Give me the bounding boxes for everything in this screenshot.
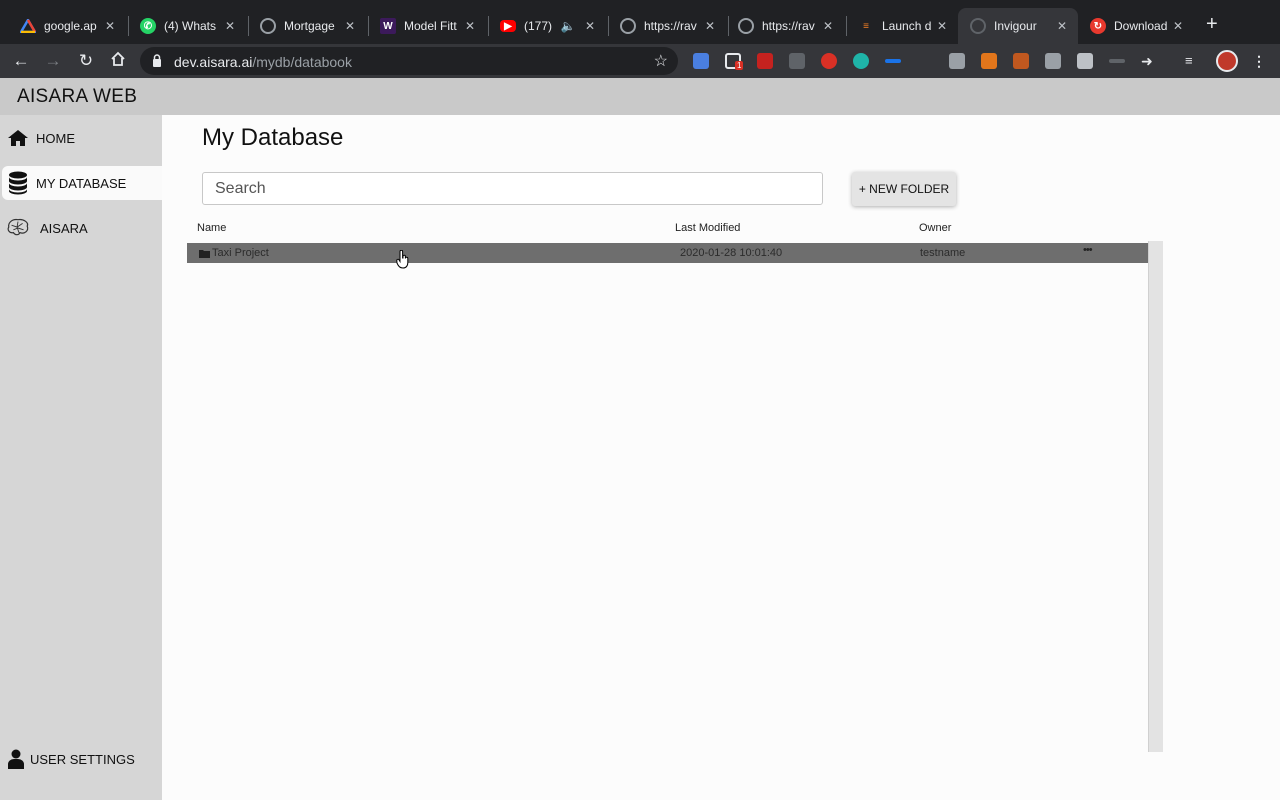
home-browser-icon[interactable] <box>108 51 128 71</box>
user-icon <box>8 749 24 769</box>
browser-tab[interactable]: https://rav ✕ <box>608 8 726 44</box>
sidebar-item-label: HOME <box>36 130 75 146</box>
close-tab-icon[interactable]: ✕ <box>1170 19 1186 33</box>
folder-icon <box>199 250 210 258</box>
google-cloud-icon <box>20 18 36 34</box>
column-header-owner[interactable]: Owner <box>919 222 951 234</box>
new-tab-icon[interactable]: + <box>1206 14 1218 34</box>
extension-icon[interactable] <box>1013 53 1029 69</box>
sidebar-item-label: USER SETTINGS <box>30 751 135 767</box>
browser-toolbar: ← → ↻ dev.aisara.ai/mydb/databook ☆ 1 ➜ … <box>0 44 1280 78</box>
sidebar-item-user-settings[interactable]: USER SETTINGS <box>2 742 162 776</box>
extension-icon[interactable] <box>1045 53 1061 69</box>
globe-icon <box>970 18 986 34</box>
close-tab-icon[interactable]: ✕ <box>702 19 718 33</box>
sidebar-item-label: AISARA <box>40 220 88 236</box>
extension-icon[interactable] <box>1109 59 1125 63</box>
globe-icon <box>738 18 754 34</box>
close-tab-icon[interactable]: ✕ <box>342 19 358 33</box>
close-tab-icon[interactable]: ✕ <box>934 19 950 33</box>
row-options-icon[interactable]: ••• <box>1083 244 1093 256</box>
search-input[interactable] <box>202 172 823 205</box>
sidebar-item-aisara[interactable]: AISARA <box>2 211 162 245</box>
column-header-name[interactable]: Name <box>197 222 226 234</box>
extension-icon[interactable] <box>1077 53 1093 69</box>
globe-icon <box>620 18 636 34</box>
w-icon: W <box>380 18 396 34</box>
stop-hand-extension-icon[interactable] <box>821 53 837 69</box>
table-row[interactable]: Taxi Project 2020-01-28 10:01:40 testnam… <box>187 243 1148 263</box>
extension-icon[interactable] <box>885 59 901 63</box>
browser-tab[interactable]: https://rav ✕ <box>726 8 844 44</box>
media-control-icon[interactable]: ≡ <box>1185 53 1201 69</box>
home-icon <box>6 129 30 147</box>
browser-tab[interactable]: google.ap ✕ <box>8 8 126 44</box>
kebab-menu-icon[interactable]: ⋮ <box>1252 53 1268 69</box>
globe-icon <box>260 18 276 34</box>
stack-icon: ≡ <box>863 20 869 32</box>
browser-tab-active[interactable]: Invigour ✕ <box>958 8 1078 44</box>
browser-tab[interactable]: ↻ Download ✕ <box>1078 8 1194 44</box>
profile-avatar[interactable] <box>1216 50 1238 72</box>
extension-icon[interactable] <box>757 53 773 69</box>
bookmark-star-icon[interactable]: ☆ <box>654 51 668 71</box>
row-name[interactable]: Taxi Project <box>212 247 269 259</box>
browser-tab[interactable]: ▶ (177) 🔈 ✕ <box>488 8 606 44</box>
column-header-last-modified[interactable]: Last Modified <box>675 222 740 234</box>
sidebar-item-home[interactable]: HOME <box>2 121 162 155</box>
row-last-modified: 2020-01-28 10:01:40 <box>680 247 783 259</box>
download-icon: ↻ <box>1090 18 1106 34</box>
browser-tab[interactable]: ✆ (4) Whats ✕ <box>128 8 246 44</box>
lock-icon <box>153 54 161 67</box>
extension-icon[interactable] <box>853 53 869 69</box>
metamask-extension-icon[interactable] <box>981 53 997 69</box>
extension-icon[interactable]: 1 <box>725 53 744 70</box>
forward-arrow-icon[interactable]: → <box>43 51 63 71</box>
browser-tab[interactable]: W Model Fitt ✕ <box>368 8 486 44</box>
sidebar-item-label: MY DATABASE <box>36 175 127 191</box>
app-header: AISARA WEB <box>0 78 1280 115</box>
new-folder-button[interactable]: + NEW FOLDER <box>852 172 956 206</box>
sidebar: HOME MY DATABASE AISARA USER SETTINGS <box>0 115 162 800</box>
app-title: AISARA WEB <box>17 86 138 107</box>
close-tab-icon[interactable]: ✕ <box>1054 19 1070 33</box>
whatsapp-icon: ✆ <box>140 18 156 34</box>
sidebar-item-my-database[interactable]: MY DATABASE <box>2 166 162 200</box>
close-tab-icon[interactable]: ✕ <box>102 19 118 33</box>
arrow-extension-icon[interactable]: ➜ <box>1141 53 1157 69</box>
translate-extension-icon[interactable] <box>693 53 709 69</box>
table-scrollbar[interactable] <box>1148 241 1163 752</box>
hand-cursor-icon <box>396 250 409 269</box>
browser-tab[interactable]: Mortgage ✕ <box>248 8 366 44</box>
row-owner: testname <box>920 247 966 259</box>
database-icon <box>6 171 30 195</box>
file-table <box>187 241 1148 752</box>
close-tab-icon[interactable]: ✕ <box>820 19 836 33</box>
page-title: My Database <box>202 124 344 151</box>
close-tab-icon[interactable]: ✕ <box>222 19 238 33</box>
brain-icon <box>6 217 30 239</box>
close-tab-icon[interactable]: ✕ <box>462 19 478 33</box>
close-tab-icon[interactable]: ✕ <box>582 19 598 33</box>
drive-extension-icon[interactable] <box>949 53 965 69</box>
browser-tab-strip: google.ap ✕ ✆ (4) Whats ✕ Mortgage ✕ W M… <box>0 0 1280 44</box>
address-bar[interactable]: dev.aisara.ai/mydb/databook ☆ <box>140 47 678 75</box>
browser-tab[interactable]: ≡ Launch d ✕ <box>846 8 958 44</box>
reload-icon[interactable]: ↻ <box>76 51 96 71</box>
back-arrow-icon[interactable]: ← <box>11 51 31 71</box>
speaker-icon: 🔈 <box>560 19 576 33</box>
youtube-icon: ▶ <box>500 20 516 32</box>
extension-icon[interactable] <box>789 53 805 69</box>
